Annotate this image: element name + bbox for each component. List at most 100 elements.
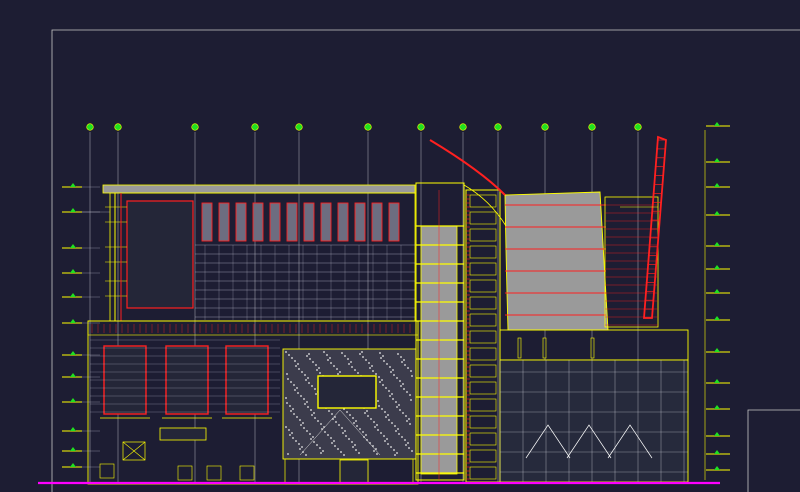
band-column: [542, 337, 547, 359]
texture-dot: [400, 356, 402, 358]
texture-dot: [406, 420, 408, 422]
level-triangle: [70, 208, 76, 212]
texture-dot: [391, 393, 393, 395]
texture-dot: [293, 384, 295, 386]
roof-parapet: [102, 184, 416, 194]
level-triangle: [714, 211, 720, 215]
level-triangle: [714, 158, 720, 162]
podium-band: [87, 320, 419, 336]
feature-screen: [317, 375, 377, 409]
small-box: [239, 465, 255, 481]
stair-window: [469, 313, 497, 327]
level-triangle: [70, 244, 76, 248]
texture-dot: [297, 363, 299, 365]
stair-shaft: [465, 189, 501, 483]
texture-dot: [298, 443, 300, 445]
texture-dot: [300, 424, 302, 426]
texture-dot: [331, 413, 333, 415]
texture-dot: [294, 360, 296, 362]
louver-panel: [388, 202, 400, 242]
texture-dot: [379, 352, 381, 354]
texture-dot: [406, 391, 408, 393]
texture-dot: [396, 377, 398, 379]
texture-dot: [341, 352, 343, 354]
signage-box: [159, 427, 207, 441]
texture-dot: [311, 385, 313, 387]
stair-window: [469, 228, 497, 242]
texture-dot: [365, 434, 367, 436]
texture-dot: [301, 446, 303, 448]
texture-dot: [285, 397, 287, 399]
texture-dot: [298, 368, 300, 370]
texture-dot: [377, 429, 379, 431]
texture-dot: [352, 417, 354, 419]
louver-panel: [337, 202, 349, 242]
texture-dot: [289, 434, 291, 436]
texture-dot: [376, 424, 378, 426]
texture-dot: [351, 366, 353, 368]
texture-dot: [408, 447, 410, 449]
level-triangle: [70, 293, 76, 297]
texture-dot: [379, 381, 381, 383]
texture-dot: [375, 373, 377, 375]
texture-dot: [407, 367, 409, 369]
texture-dot: [364, 412, 366, 414]
stair-window: [469, 449, 497, 463]
texture-dot: [366, 410, 368, 412]
grid-bubble: [114, 123, 122, 131]
louver-panel: [371, 202, 383, 242]
grid-bubble: [588, 123, 596, 131]
cad-elevation-drawing[interactable]: [0, 0, 800, 492]
texture-dot: [316, 369, 318, 371]
texture-dot: [336, 368, 338, 370]
texture-dot: [308, 382, 310, 384]
stair-window: [469, 194, 497, 208]
texture-dot: [341, 427, 343, 429]
stair-window: [469, 296, 497, 310]
grid-bubble: [541, 123, 549, 131]
texture-dot: [291, 357, 293, 359]
level-triangle: [714, 242, 720, 246]
texture-dot: [395, 401, 397, 403]
texture-dot: [367, 415, 369, 417]
texture-dot: [368, 362, 370, 364]
texture-dot: [328, 410, 330, 412]
texture-dot: [294, 389, 296, 391]
level-triangle: [70, 463, 76, 467]
texture-dot: [301, 371, 303, 373]
texture-dot: [343, 454, 345, 456]
texture-dot: [306, 355, 308, 357]
level-triangle: [70, 447, 76, 451]
small-box: [177, 465, 193, 481]
texture-dot: [349, 414, 351, 416]
stair-window: [469, 364, 497, 378]
texture-dot: [396, 406, 398, 408]
texture-dot: [327, 359, 329, 361]
texture-dot: [374, 426, 376, 428]
texture-dot: [393, 449, 395, 451]
louver-panel: [303, 202, 315, 242]
texture-dot: [393, 374, 395, 376]
texture-dot: [388, 390, 390, 392]
texture-dot: [337, 448, 339, 450]
texture-dot: [378, 405, 380, 407]
texture-dot: [372, 370, 374, 372]
louver-panel: [252, 202, 264, 242]
texture-dot: [337, 373, 339, 375]
texture-dot: [330, 437, 332, 439]
grid-bubble: [459, 123, 467, 131]
texture-dot: [390, 446, 392, 448]
texture-dot: [356, 425, 358, 427]
texture-dot: [402, 383, 404, 385]
texture-dot: [286, 373, 288, 375]
texture-dot: [408, 418, 410, 420]
louver-panel: [269, 202, 281, 242]
texture-dot: [309, 433, 311, 435]
texture-dot: [405, 444, 407, 446]
louver-panel: [235, 202, 247, 242]
texture-dot: [392, 398, 394, 400]
texture-dot: [340, 451, 342, 453]
band-column: [517, 337, 522, 359]
texture-dot: [288, 429, 290, 431]
level-triangle: [714, 450, 720, 454]
